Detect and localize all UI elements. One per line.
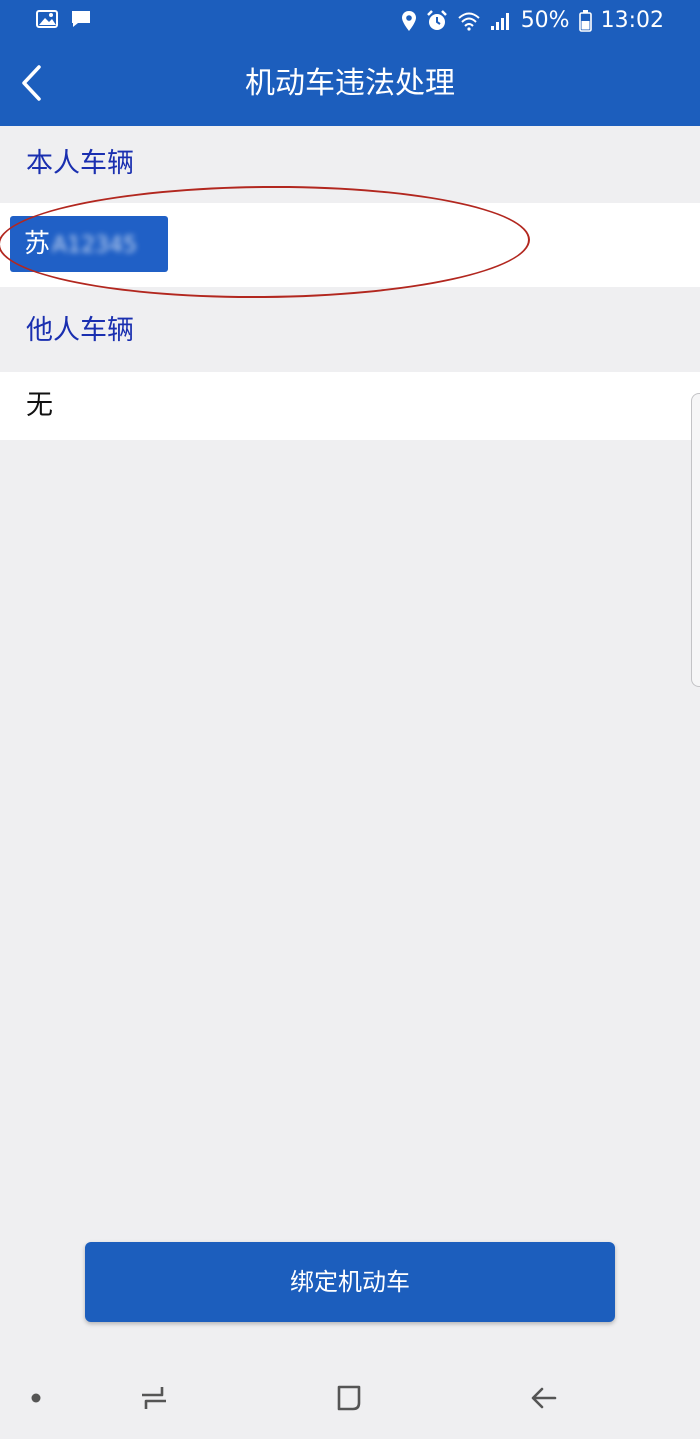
license-plate-item[interactable]: 苏A12345 — [10, 216, 168, 272]
system-status: 50% 13:02 — [401, 8, 664, 33]
empty-state-text: 无 — [26, 390, 53, 421]
battery-percent: 50% — [520, 8, 570, 33]
notification-icons — [36, 9, 92, 29]
others-vehicle-row: 无 — [0, 372, 700, 440]
plate-prefix: 苏 — [24, 229, 51, 259]
own-vehicles-heading: 本人车辆 — [26, 148, 134, 179]
plate-number-masked: A12345 — [52, 233, 138, 258]
battery-icon — [578, 9, 592, 32]
wifi-icon — [457, 11, 481, 31]
others-vehicles-heading: 他人车辆 — [26, 315, 134, 346]
page-title: 机动车违法处理 — [245, 66, 455, 101]
alarm-icon — [426, 9, 448, 32]
system-nav-bar — [0, 1352, 700, 1439]
own-vehicle-row: 苏A12345 — [0, 203, 700, 287]
scroll-indicator[interactable] — [691, 393, 700, 687]
recent-apps-icon[interactable] — [130, 1376, 178, 1420]
back-arrow-icon[interactable] — [520, 1376, 568, 1420]
bind-vehicle-button[interactable]: 绑定机动车 — [85, 1242, 615, 1322]
location-icon — [401, 10, 417, 32]
home-icon[interactable] — [326, 1376, 374, 1420]
status-bar: 50% 13:02 — [0, 0, 700, 44]
dot-icon[interactable] — [12, 1376, 60, 1420]
message-icon — [70, 9, 92, 29]
image-icon — [36, 9, 58, 29]
signal-icon — [490, 11, 512, 31]
clock-time: 13:02 — [600, 8, 664, 33]
app-header: 机动车违法处理 — [0, 44, 700, 126]
